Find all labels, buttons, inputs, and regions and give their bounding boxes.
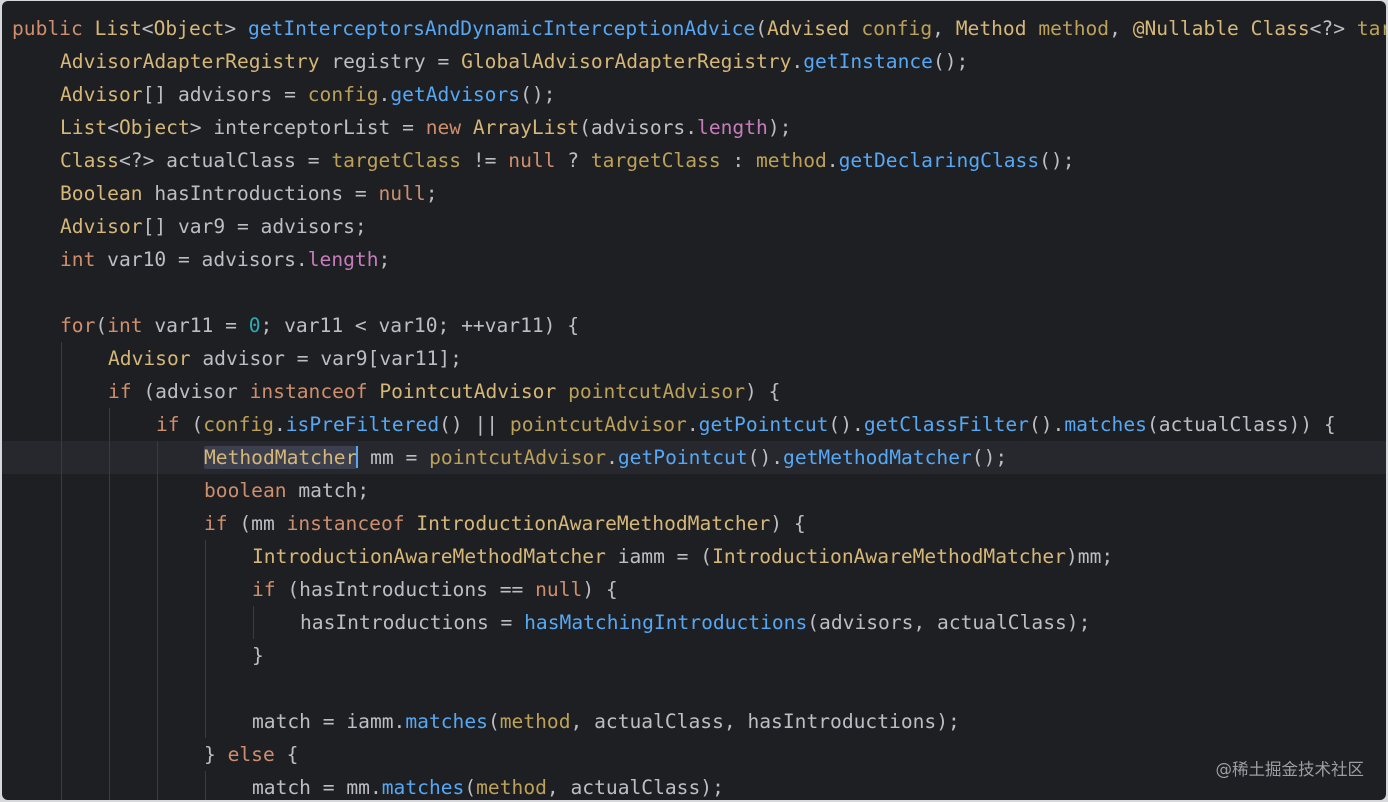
text-cursor	[356, 446, 359, 468]
line-text: AdvisorAdapterRegistry registry = Global…	[60, 50, 969, 73]
indent-guide	[61, 540, 62, 573]
line-text: match = mm.matches(method, actualClass);	[252, 776, 724, 799]
indent-guide	[61, 771, 62, 800]
code-line[interactable]: Boolean hasIntroductions = null;	[2, 177, 1386, 210]
indent-guide	[61, 342, 62, 375]
line-text: }	[252, 644, 264, 667]
code-line[interactable]: match = iamm.matches(method, actualClass…	[2, 705, 1386, 738]
code-line[interactable]: } else {	[2, 738, 1386, 771]
indent-guide	[61, 639, 62, 672]
indent-guide	[109, 408, 110, 441]
indent-guide	[109, 738, 110, 771]
code-line[interactable]: hasIntroductions = hasMatchingIntroducti…	[2, 606, 1386, 639]
code-line[interactable]: Class<?> actualClass = targetClass != nu…	[2, 144, 1386, 177]
indent-guide	[109, 474, 110, 507]
indent-guide	[205, 606, 206, 639]
line-text: } else {	[204, 743, 299, 766]
line-text: boolean match;	[204, 479, 370, 502]
code-line[interactable]: Advisor[] advisors = config.getAdvisors(…	[2, 78, 1386, 111]
indent-guide	[157, 738, 158, 771]
indent-guide	[157, 474, 158, 507]
indent-guide	[205, 672, 206, 705]
indent-guide	[205, 705, 206, 738]
indent-guide	[61, 738, 62, 771]
code-line[interactable]: match = mm.matches(method, actualClass);	[2, 771, 1386, 800]
indent-guide	[61, 606, 62, 639]
indent-guide	[157, 639, 158, 672]
line-text: match = iamm.matches(method, actualClass…	[252, 710, 960, 733]
code-area[interactable]: public List<Object> getInterceptorsAndDy…	[2, 12, 1386, 800]
code-line-current[interactable]: MethodMatcher mm = pointcutAdvisor.getPo…	[2, 441, 1386, 474]
code-line[interactable]	[2, 276, 1386, 309]
line-text: List<Object> interceptorList = new Array…	[60, 116, 792, 139]
code-line[interactable]: Advisor advisor = var9[var11];	[2, 342, 1386, 375]
line-text: Advisor[] var9 = advisors;	[60, 215, 367, 238]
line-text: if (mm instanceof IntroductionAwareMetho…	[204, 512, 806, 535]
line-text: Boolean hasIntroductions = null;	[60, 182, 438, 205]
indent-guide	[253, 606, 254, 639]
indent-guide	[109, 540, 110, 573]
indent-guide	[61, 672, 62, 705]
indent-guide	[157, 705, 158, 738]
watermark: @稀土掘金技术社区	[1215, 760, 1365, 779]
indent-guide	[109, 672, 110, 705]
code-line[interactable]: if (hasIntroductions == null) {	[2, 573, 1386, 606]
line-text: if (hasIntroductions == null) {	[252, 578, 618, 601]
indent-guide	[109, 639, 110, 672]
indent-guide	[109, 441, 110, 474]
code-line[interactable]: public List<Object> getInterceptorsAndDy…	[2, 12, 1386, 45]
indent-guide	[61, 441, 62, 474]
line-text: int var10 = advisors.length;	[60, 248, 391, 271]
indent-guide	[109, 771, 110, 800]
indent-guide	[61, 474, 62, 507]
code-line[interactable]: List<Object> interceptorList = new Array…	[2, 111, 1386, 144]
code-line[interactable]: for(int var11 = 0; var11 < var10; ++var1…	[2, 309, 1386, 342]
line-text: if (advisor instanceof PointcutAdvisor p…	[108, 380, 781, 403]
indent-guide	[61, 408, 62, 441]
indent-guide	[109, 606, 110, 639]
indent-guide	[109, 507, 110, 540]
indent-guide	[61, 573, 62, 606]
indent-guide	[205, 639, 206, 672]
indent-guide	[109, 705, 110, 738]
line-text: if (config.isPreFiltered() || pointcutAd…	[156, 413, 1336, 436]
code-line[interactable]: int var10 = advisors.length;	[2, 243, 1386, 276]
code-line[interactable]: if (advisor instanceof PointcutAdvisor p…	[2, 375, 1386, 408]
indent-guide	[109, 573, 110, 606]
code-line[interactable]: }	[2, 639, 1386, 672]
indent-guide	[157, 507, 158, 540]
indent-guide	[61, 507, 62, 540]
code-line[interactable]: boolean match;	[2, 474, 1386, 507]
indent-guide	[157, 540, 158, 573]
line-text: Advisor advisor = var9[var11];	[108, 347, 462, 370]
line-text: Class<?> actualClass = targetClass != nu…	[60, 149, 1075, 172]
code-line[interactable]: if (mm instanceof IntroductionAwareMetho…	[2, 507, 1386, 540]
code-line[interactable]: IntroductionAwareMethodMatcher iamm = (I…	[2, 540, 1386, 573]
indent-guide	[61, 375, 62, 408]
indent-guide	[157, 573, 158, 606]
indent-guide	[205, 573, 206, 606]
indent-guide	[157, 771, 158, 800]
code-editor[interactable]: public List<Object> getInterceptorsAndDy…	[2, 1, 1386, 800]
indent-guide	[157, 672, 158, 705]
code-line[interactable]	[2, 672, 1386, 705]
line-text: hasIntroductions = hasMatchingIntroducti…	[300, 611, 1091, 634]
line-text: for(int var11 = 0; var11 < var10; ++var1…	[60, 314, 580, 337]
indent-guide	[205, 771, 206, 800]
code-line[interactable]: AdvisorAdapterRegistry registry = Global…	[2, 45, 1386, 78]
indent-guide	[205, 540, 206, 573]
line-text: IntroductionAwareMethodMatcher iamm = (I…	[252, 545, 1114, 568]
code-line[interactable]: Advisor[] var9 = advisors;	[2, 210, 1386, 243]
code-line[interactable]: if (config.isPreFiltered() || pointcutAd…	[2, 408, 1386, 441]
indent-guide	[157, 606, 158, 639]
indent-guide	[61, 705, 62, 738]
line-text: public List<Object> getInterceptorsAndDy…	[12, 17, 1386, 40]
line-text: MethodMatcher mm = pointcutAdvisor.getPo…	[204, 446, 1008, 469]
line-text: Advisor[] advisors = config.getAdvisors(…	[60, 83, 556, 106]
indent-guide	[157, 441, 158, 474]
